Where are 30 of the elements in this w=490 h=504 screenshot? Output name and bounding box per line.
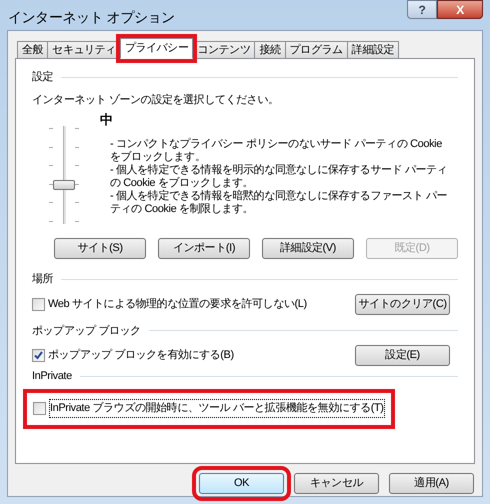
group-heading: ポップアップ ブロック [32,324,141,338]
checkbox[interactable] [32,298,45,310]
tab[interactable]: 詳細設定 [346,41,400,59]
settings-button[interactable]: サイト(S) [54,238,146,259]
group-heading: 設定 [32,70,54,85]
description-text: - 個人を特定できる情報を暗黙的な同意なしに保存するファースト パーティの Cookie を制限します。 [110,190,448,216]
window-title: インターネット オプション [8,8,175,27]
popup-settings-button[interactable]: 設定(E) [355,345,450,366]
privacy-level-label: 中 [100,111,114,129]
checkbox-label[interactable]: ポップアップ ブロックを有効にする(B) [48,347,234,364]
description-text: - 個人を特定できる情報を明示的な同意なしに保存するサード パーティの Cookie をブロックします。 [110,164,448,190]
checkbox[interactable] [33,402,46,415]
privacy-slider[interactable] [47,126,81,224]
clear-sites-button[interactable]: サイトのクリア(C) [355,294,450,314]
tab[interactable]: 全般 [17,41,48,59]
dialog-button[interactable]: 適用(A) [389,473,474,494]
description-text: - コンパクトなプライバシー ポリシーのないサード パーティの Cookie をブロックします。 [110,138,443,164]
tab[interactable]: プログラム [284,41,348,59]
help-button[interactable]: ? [407,0,437,19]
group-heading: 場所 [32,272,54,287]
dialog-button[interactable]: キャンセル [294,473,379,494]
group-heading: InPrivate [32,369,72,384]
settings-button[interactable]: 詳細設定(V) [262,238,354,259]
slider-thumb[interactable] [53,180,75,190]
checkbox-label[interactable]: Web サイトによる物理的な位置の要求を許可しない(L) [48,296,307,312]
instruction-text: インターネット ゾーンの設定を選択してください。 [32,92,280,108]
checkbox-label[interactable]: InPrivate ブラウズの開始時に、ツール バーと拡張機能を無効にする(T) [49,399,385,418]
tab[interactable]: 接続 [254,41,286,59]
settings-button[interactable]: インポート(I) [158,238,250,259]
checkbox[interactable] [32,349,45,362]
